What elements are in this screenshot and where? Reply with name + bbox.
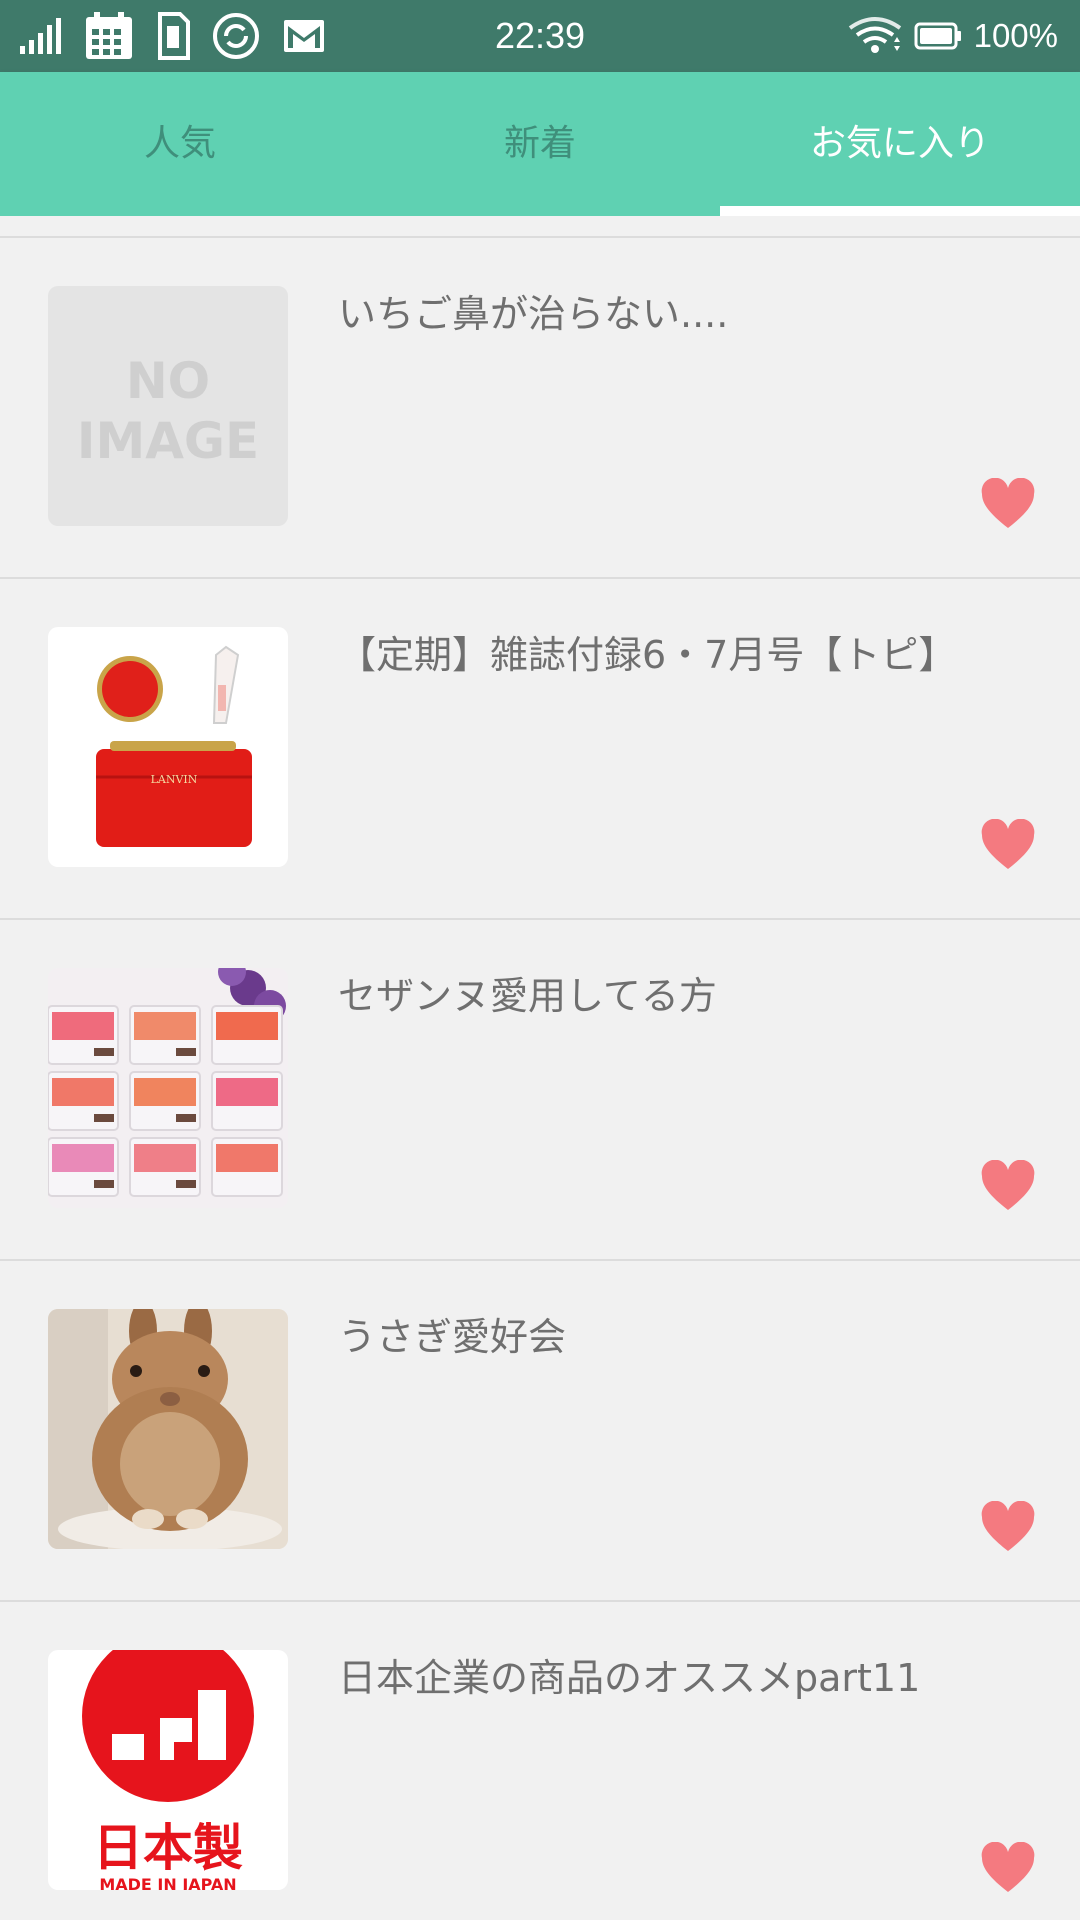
item-title: いちご鼻が治らない....	[338, 292, 729, 336]
lanvin-text: LANVIN	[151, 773, 198, 786]
tab-indicator	[720, 206, 1080, 216]
list-item[interactable]: NO IMAGE いちご鼻が治らない....	[0, 238, 1080, 579]
item-title: 日本企業の商品のオススメpart11	[338, 1656, 921, 1700]
made-in-japan-kanji: 日本製	[93, 1819, 243, 1877]
list-item[interactable]: セザンヌ愛用してる方	[0, 920, 1080, 1261]
heart-icon[interactable]	[980, 478, 1036, 530]
list-top-divider	[0, 216, 1080, 238]
favorites-list: NO IMAGE いちご鼻が治らない.... LANVIN 【定期】雑誌付録6・…	[0, 216, 1080, 1920]
heart-icon[interactable]	[980, 1160, 1036, 1212]
heart-icon[interactable]	[980, 819, 1036, 871]
item-title: うさぎ愛好会	[338, 1315, 567, 1359]
item-title: 【定期】雑誌付録6・7月号【トピ】	[338, 633, 957, 677]
status-bar: 22:39 100%	[0, 0, 1080, 72]
list-item[interactable]: LANVIN 【定期】雑誌付録6・7月号【トピ】	[0, 579, 1080, 920]
rabbit-thumbnail	[48, 1309, 288, 1549]
tab-new[interactable]: 新着	[360, 72, 720, 216]
no-image-thumbnail: NO IMAGE	[48, 286, 288, 526]
list-item[interactable]: うさぎ愛好会	[0, 1261, 1080, 1602]
tab-popular[interactable]: 人気	[0, 72, 360, 216]
tab-bar: 人気 新着 お気に入り	[0, 72, 1080, 216]
item-title: セザンヌ愛用してる方	[338, 974, 717, 1018]
no-image-text-1: NO	[126, 352, 210, 410]
tab-favorites[interactable]: お気に入り	[720, 72, 1080, 216]
status-icons-right: 100%	[848, 10, 1058, 62]
made-in-japan-text: MADE IN JAPAN	[99, 1875, 236, 1890]
wifi-icon	[848, 17, 901, 53]
cosmetics-thumbnail: LANVIN	[48, 627, 288, 867]
heart-icon[interactable]	[980, 1501, 1036, 1553]
heart-icon[interactable]	[980, 1842, 1036, 1894]
blush-thumbnail	[48, 968, 288, 1208]
list-item[interactable]: 日本製 MADE IN JAPAN 日本企業の商品のオススメpart11	[0, 1602, 1080, 1920]
made-in-japan-thumbnail: 日本製 MADE IN JAPAN	[48, 1650, 288, 1890]
battery-percent: 100%	[973, 17, 1058, 54]
no-image-text-2: IMAGE	[77, 412, 259, 470]
battery-icon	[914, 22, 961, 50]
